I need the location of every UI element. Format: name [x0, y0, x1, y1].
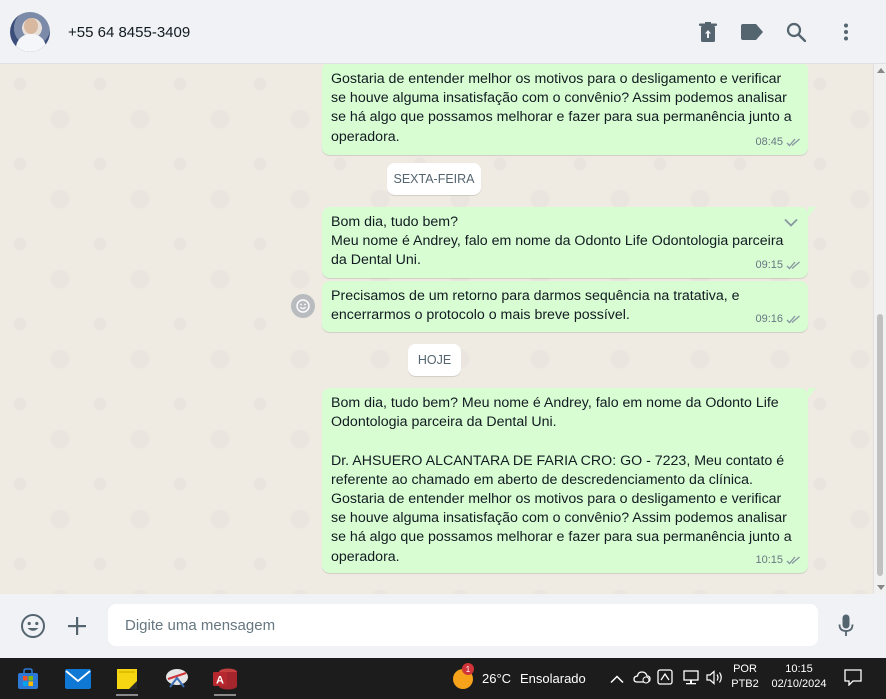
microphone-icon[interactable] — [831, 611, 861, 641]
app-tray-icon[interactable] — [657, 669, 675, 687]
network-icon[interactable] — [682, 670, 700, 686]
plus-attach-icon[interactable] — [62, 611, 92, 641]
message-text: Gostaria de entender melhor os motivos p… — [331, 71, 796, 145]
message-composer — [0, 594, 886, 658]
message-bubble-outgoing[interactable]: Bom dia, tudo bem? Meu nome é Andrey, fa… — [322, 207, 816, 278]
chevron-up-icon[interactable] — [610, 671, 626, 685]
scroll-down-arrow-icon[interactable] — [877, 585, 885, 590]
emoji-reaction-icon[interactable] — [291, 294, 315, 318]
trash-icon[interactable] — [696, 20, 720, 44]
search-icon[interactable] — [784, 20, 808, 44]
weather-temperature: 26°C — [482, 671, 512, 686]
message-input[interactable] — [108, 604, 818, 646]
message-text: Precisamos de um retorno para darmos seq… — [331, 288, 744, 324]
date-separator: SEXTA-FEIRA — [387, 163, 481, 195]
active-indicator — [214, 694, 236, 696]
avatar-coat — [16, 34, 46, 52]
sticky-notes-icon[interactable] — [110, 662, 144, 696]
date-separator: HOJE — [408, 344, 461, 376]
language-indicator[interactable]: POR PTB2 — [728, 663, 762, 690]
message-text: Bom dia, tudo bem? Meu nome é Andrey, fa… — [331, 214, 784, 269]
weather-badge: 1 — [462, 663, 474, 675]
contact-name[interactable]: +55 64 8455-3409 — [68, 24, 190, 41]
double-check-icon — [786, 315, 800, 324]
message-meta: 08:45 — [755, 133, 801, 152]
message-time: 08:45 — [755, 135, 783, 148]
notifications-icon[interactable] — [844, 669, 864, 687]
system-clock[interactable]: 10:15 02/10/2024 — [766, 663, 832, 690]
chat-scrollbar[interactable] — [873, 64, 886, 594]
double-check-icon — [786, 138, 800, 147]
access-app-icon[interactable]: A — [208, 662, 242, 696]
microsoft-store-icon[interactable] — [11, 662, 45, 696]
clock-time: 10:15 — [785, 663, 813, 675]
weather-description: Ensolarado — [520, 671, 586, 686]
keyboard-layout: PTB2 — [731, 678, 759, 690]
volume-icon[interactable] — [706, 670, 724, 686]
cloud-sync-icon[interactable] — [633, 670, 651, 686]
active-indicator — [116, 694, 138, 696]
emoji-icon[interactable] — [18, 611, 48, 641]
clock-date: 02/10/2024 — [771, 678, 827, 690]
scroll-thumb[interactable] — [877, 314, 883, 576]
message-time: 09:15 — [755, 258, 783, 271]
avatar-face — [24, 18, 38, 34]
message-bubble-outgoing[interactable]: Bom dia, tudo bem? Meu nome é Andrey, fa… — [322, 388, 816, 573]
message-text: Bom dia, tudo bem? Meu nome é Andrey, fa… — [331, 395, 792, 565]
message-time: 09:16 — [755, 312, 783, 325]
label-icon[interactable] — [740, 20, 764, 44]
chat-header: +55 64 8455-3409 — [0, 0, 886, 64]
snipping-tool-icon[interactable] — [160, 662, 194, 696]
message-bubble-outgoing[interactable]: Precisamos de um retorno para darmos seq… — [322, 281, 808, 332]
more-vertical-icon[interactable] — [834, 20, 858, 44]
mail-icon[interactable] — [61, 662, 95, 696]
scroll-up-arrow-icon[interactable] — [877, 68, 885, 73]
message-time: 10:15 — [755, 553, 783, 566]
double-check-icon — [786, 556, 800, 565]
language-code: POR — [733, 663, 757, 675]
message-bubble-outgoing[interactable]: Gostaria de entender melhor os motivos p… — [322, 64, 808, 155]
message-meta: 09:16 — [755, 310, 801, 329]
chevron-down-icon[interactable] — [782, 213, 800, 231]
weather-widget[interactable]: 1 26°C Ensolarado — [452, 663, 597, 692]
double-check-icon — [786, 261, 800, 270]
message-meta: 09:15 — [755, 256, 801, 275]
contact-avatar[interactable] — [10, 12, 50, 52]
windows-taskbar: A 1 26°C Ensolarado POR PTB2 10:15 02/10… — [0, 658, 886, 699]
svg-text:A: A — [216, 675, 224, 687]
message-meta: 10:15 — [755, 551, 801, 570]
chat-panel: Gostaria de entender melhor os motivos p… — [0, 64, 873, 594]
